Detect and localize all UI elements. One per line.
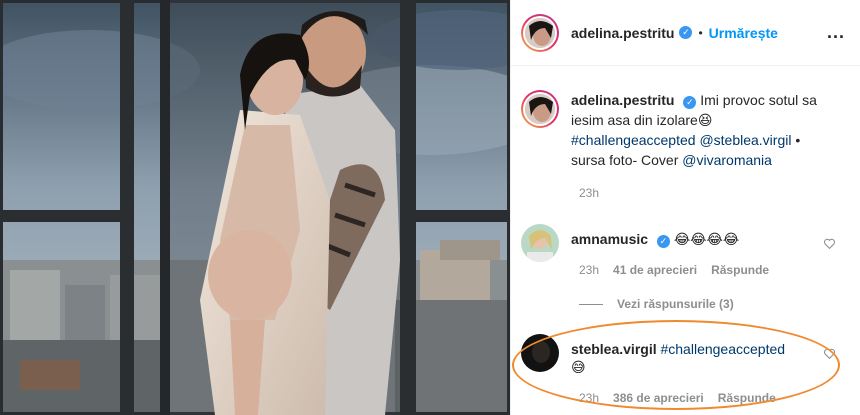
comment-username[interactable]: steblea.virgil	[571, 341, 657, 357]
comment-avatar[interactable]	[521, 334, 559, 372]
caption-timestamp[interactable]: 23h	[579, 186, 599, 200]
heart-icon[interactable]	[823, 237, 836, 250]
laughing-emoji: 😆	[697, 112, 713, 128]
comment-body: steblea.virgil #challengeaccepted 😅	[571, 340, 811, 376]
comment-text: 😂😂😂😂	[673, 231, 740, 247]
reply-button[interactable]: Răspunde	[711, 263, 769, 277]
caption-username[interactable]: adelina.pestritu	[571, 92, 674, 108]
caption-source: sursa foto- Cover	[571, 152, 679, 168]
comment-meta: 23h 386 de aprecieri Răspunde	[579, 391, 776, 405]
caption-bullet: •	[795, 132, 801, 148]
comment-username[interactable]: amnamusic	[571, 231, 648, 247]
comment-avatar[interactable]	[521, 224, 559, 262]
post-header: adelina.pestritu ✓ • Urmărește ...	[511, 0, 860, 66]
view-replies-button[interactable]: Vezi răspunsurile (3)	[579, 297, 734, 311]
avatar-image	[525, 17, 555, 48]
verified-icon: ✓	[683, 95, 697, 109]
comment-likes[interactable]: 386 de aprecieri	[613, 391, 704, 405]
comment-item: steblea.virgil #challengeaccepted 😅	[521, 334, 851, 376]
reply-button[interactable]: Răspunde	[718, 391, 776, 405]
header-separator: •	[698, 25, 703, 40]
sweat-smile-emoji: 😅	[571, 359, 586, 375]
caption-mention-steblea[interactable]: @steblea.virgil	[699, 132, 791, 148]
comment-body: amnamusic ✓ 😂😂😂😂	[571, 230, 739, 248]
verified-icon: ✓	[679, 26, 693, 39]
header-username[interactable]: adelina.pestritu	[571, 25, 674, 41]
replies-divider	[579, 303, 603, 305]
follow-button[interactable]: Urmărește	[709, 25, 778, 41]
caption-avatar[interactable]	[521, 90, 559, 128]
comment-timestamp[interactable]: 23h	[579, 391, 599, 405]
post-caption: adelina.pestritu ✓ Imi provoc sotul sa i…	[521, 90, 851, 170]
caption-avatar-image	[525, 94, 555, 124]
comment-likes[interactable]: 41 de aprecieri	[613, 263, 697, 277]
comment-item: amnamusic ✓ 😂😂😂😂	[521, 224, 851, 262]
verified-icon: ✓	[656, 234, 670, 248]
caption-hashtag[interactable]: #challengeaccepted	[571, 132, 696, 148]
post-side-panel: adelina.pestritu ✓ • Urmărește ... adeli…	[510, 0, 860, 415]
post-photo[interactable]	[0, 0, 510, 415]
caption-text: adelina.pestritu ✓ Imi provoc sotul sa i…	[571, 90, 831, 170]
more-horizontal-icon[interactable]: ...	[827, 22, 845, 43]
post-image	[0, 0, 510, 415]
caption-mention-vivaromania[interactable]: @vivaromania	[682, 152, 772, 168]
comment-meta: 23h 41 de aprecieri Răspunde	[579, 263, 769, 277]
comment-hashtag[interactable]: #challengeaccepted	[660, 341, 785, 357]
heart-icon[interactable]	[823, 347, 836, 360]
view-replies-label: Vezi răspunsurile (3)	[617, 297, 734, 311]
comment-timestamp[interactable]: 23h	[579, 263, 599, 277]
avatar[interactable]	[521, 13, 559, 52]
